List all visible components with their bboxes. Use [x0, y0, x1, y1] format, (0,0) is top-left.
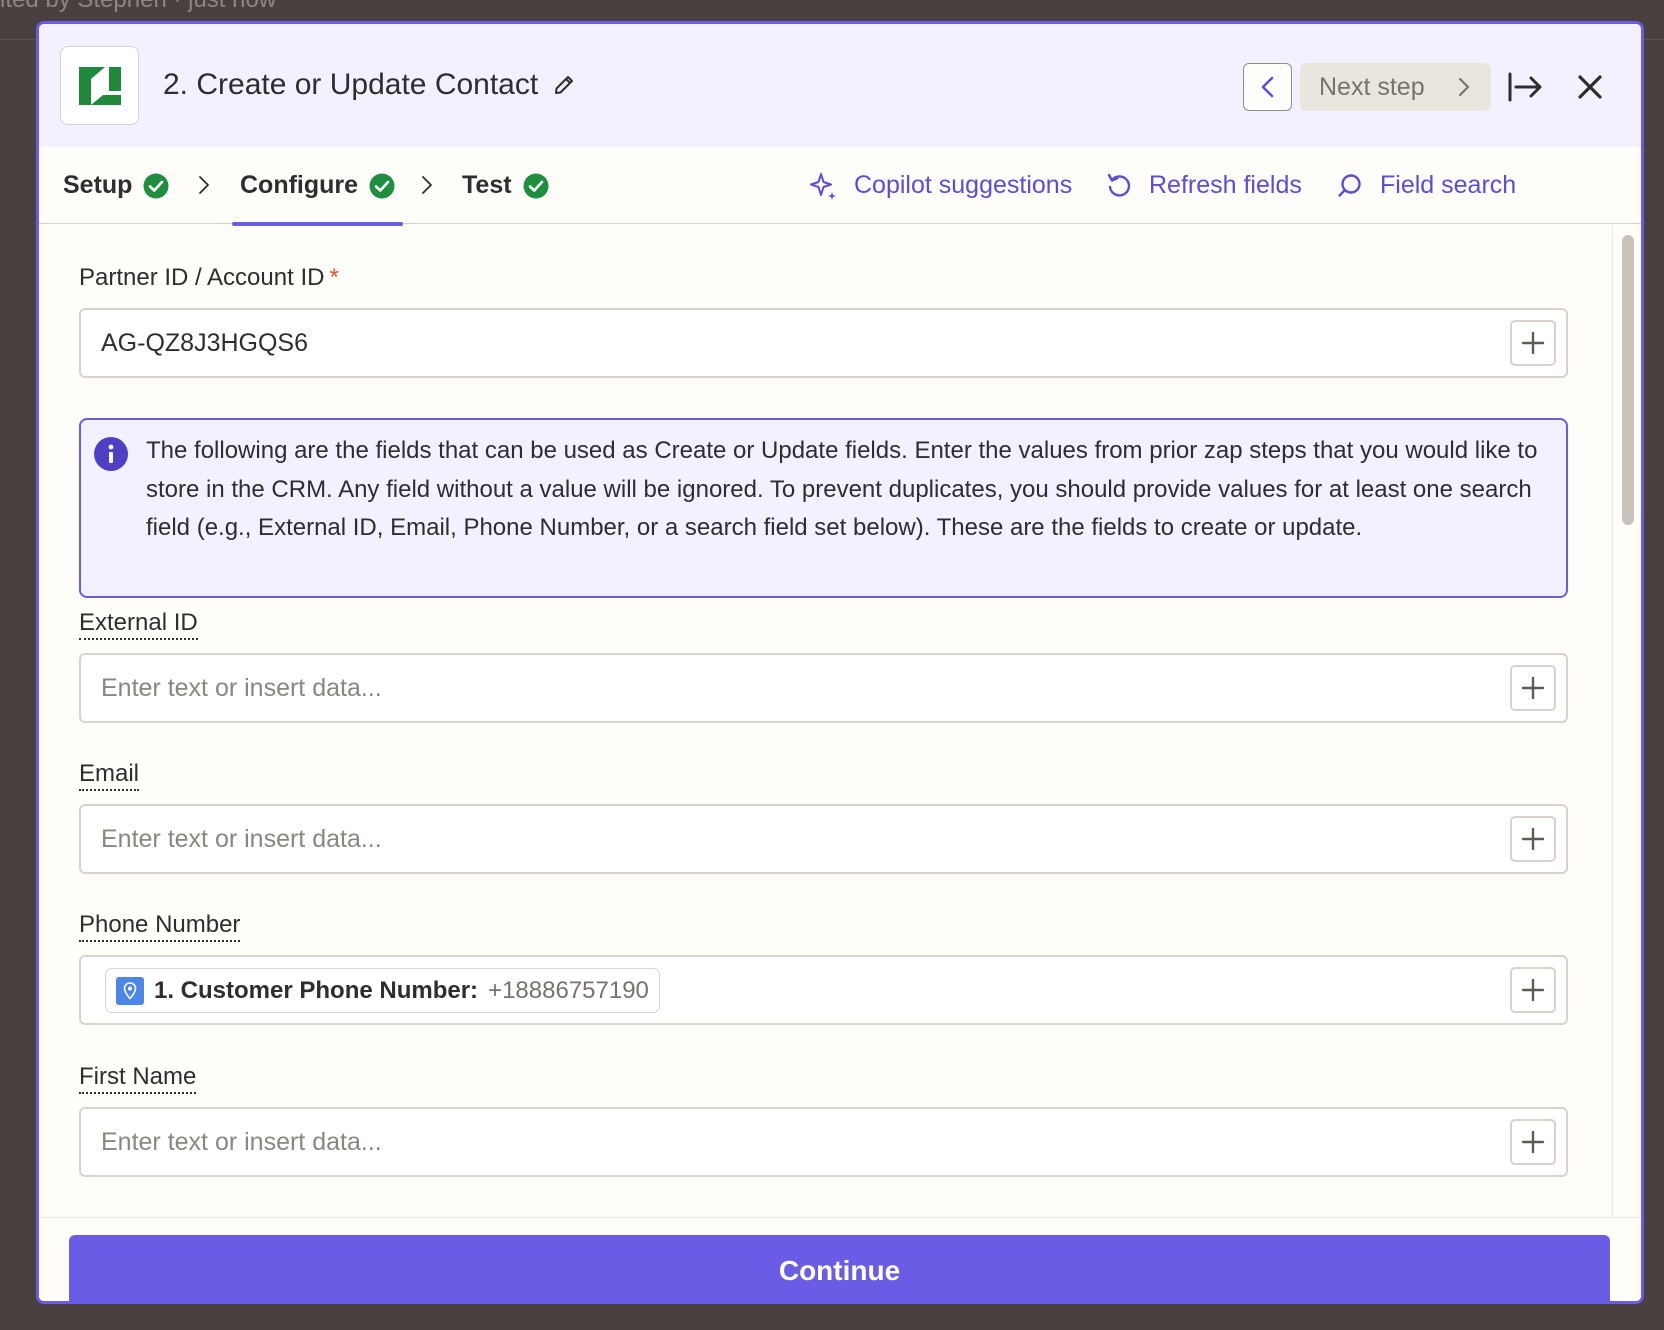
modal-header: 2. Create or Update Contact Next step — [39, 24, 1641, 147]
continue-button[interactable]: Continue — [69, 1235, 1610, 1301]
partner-id-input[interactable]: AG-QZ8J3HGQS6 — [79, 308, 1568, 378]
close-button[interactable] — [1571, 68, 1609, 106]
partner-id-label: Partner ID / Account ID * — [79, 264, 339, 292]
info-icon — [94, 437, 128, 471]
data-pill-label: 1. Customer Phone Number: — [154, 976, 479, 1004]
refresh-icon — [1107, 173, 1131, 197]
close-icon — [1578, 75, 1602, 99]
info-alert-text: The following are the fields that can be… — [146, 437, 1538, 541]
insert-data-button[interactable] — [1510, 665, 1556, 711]
app-logo-icon — [78, 66, 121, 105]
sparkle-icon — [810, 172, 836, 200]
plus-icon — [1521, 827, 1545, 851]
tab-configure-label: Configure — [240, 171, 359, 199]
email-input[interactable]: Enter text or insert data... — [79, 804, 1568, 874]
tab-configure[interactable]: Configure — [231, 147, 404, 226]
edit-title-button[interactable] — [552, 73, 576, 97]
scrollbar-thumb[interactable] — [1622, 235, 1634, 525]
tab-test[interactable]: Test — [462, 147, 549, 224]
insert-data-button[interactable] — [1510, 320, 1556, 366]
plus-icon — [1521, 1130, 1545, 1154]
field-search-label: Field search — [1380, 171, 1517, 199]
chevron-right-icon — [1458, 77, 1470, 97]
tab-setup[interactable]: Setup — [63, 147, 169, 224]
continue-label: Continue — [778, 1254, 901, 1286]
partner-id-value: AG-QZ8J3HGQS6 — [101, 329, 308, 357]
step-title-row: 2. Create or Update Contact — [163, 64, 576, 106]
search-icon — [1338, 173, 1361, 197]
step-editor-modal: 2. Create or Update Contact Next step Se… — [36, 21, 1644, 1304]
app-logo — [60, 46, 139, 125]
phone-number-label: Phone Number — [79, 911, 241, 942]
background-activity-text: ited by Stephen · just now — [0, 0, 276, 14]
chevron-right-icon — [199, 176, 209, 194]
copilot-suggestions-label: Copilot suggestions — [854, 171, 1073, 199]
plus-icon — [1521, 331, 1545, 355]
modal-footer: Continue — [39, 1217, 1641, 1301]
field-search-button[interactable]: Field search — [1336, 147, 1516, 224]
check-circle-icon — [523, 173, 549, 198]
external-id-input[interactable]: Enter text or insert data... — [79, 653, 1568, 723]
map-pin-icon — [116, 976, 144, 1005]
data-pill[interactable]: 1. Customer Phone Number: +18886757190 — [105, 968, 660, 1013]
email-placeholder: Enter text or insert data... — [101, 825, 382, 853]
chevron-left-icon — [1261, 76, 1273, 98]
step-tabs-bar: Setup Configure Test Copilot suggestions… — [39, 147, 1641, 226]
insert-data-button[interactable] — [1510, 1119, 1556, 1165]
first-name-label: First Name — [79, 1063, 197, 1094]
partner-id-label-text: Partner ID / Account ID — [79, 264, 325, 291]
insert-data-button[interactable] — [1510, 816, 1556, 862]
step-title: 2. Create or Update Contact — [163, 68, 539, 101]
required-marker: * — [329, 264, 339, 291]
external-id-label: External ID — [79, 609, 198, 640]
tab-test-label: Test — [462, 171, 512, 199]
phone-number-input[interactable]: 1. Customer Phone Number: +18886757190 — [79, 955, 1568, 1025]
chevron-right-icon — [422, 176, 432, 194]
refresh-fields-label: Refresh fields — [1149, 171, 1302, 199]
first-name-placeholder: Enter text or insert data... — [101, 1128, 382, 1156]
plus-icon — [1521, 978, 1545, 1002]
next-step-label: Next step — [1319, 72, 1425, 101]
copilot-suggestions-button[interactable]: Copilot suggestions — [808, 147, 1072, 224]
external-id-placeholder: Enter text or insert data... — [101, 674, 382, 702]
scrollbar[interactable] — [1612, 225, 1641, 1217]
email-label: Email — [79, 760, 140, 791]
previous-step-button[interactable] — [1243, 63, 1292, 111]
undock-panel-button[interactable] — [1505, 68, 1545, 106]
tab-setup-label: Setup — [63, 171, 133, 199]
pencil-icon — [555, 76, 574, 94]
refresh-fields-button[interactable]: Refresh fields — [1105, 147, 1302, 224]
info-alert: The following are the fields that can be… — [79, 418, 1568, 598]
next-step-button[interactable]: Next step — [1300, 63, 1491, 111]
form-content: Partner ID / Account ID * AG-QZ8J3HGQS6 T… — [39, 225, 1607, 1217]
insert-data-button[interactable] — [1510, 967, 1556, 1013]
first-name-input[interactable]: Enter text or insert data... — [79, 1107, 1568, 1177]
check-circle-icon — [369, 173, 395, 198]
plus-icon — [1521, 676, 1545, 700]
arrow-right-to-bar-icon — [1508, 72, 1542, 102]
data-pill-value: +18886757190 — [488, 976, 649, 1004]
check-circle-icon — [143, 173, 169, 198]
